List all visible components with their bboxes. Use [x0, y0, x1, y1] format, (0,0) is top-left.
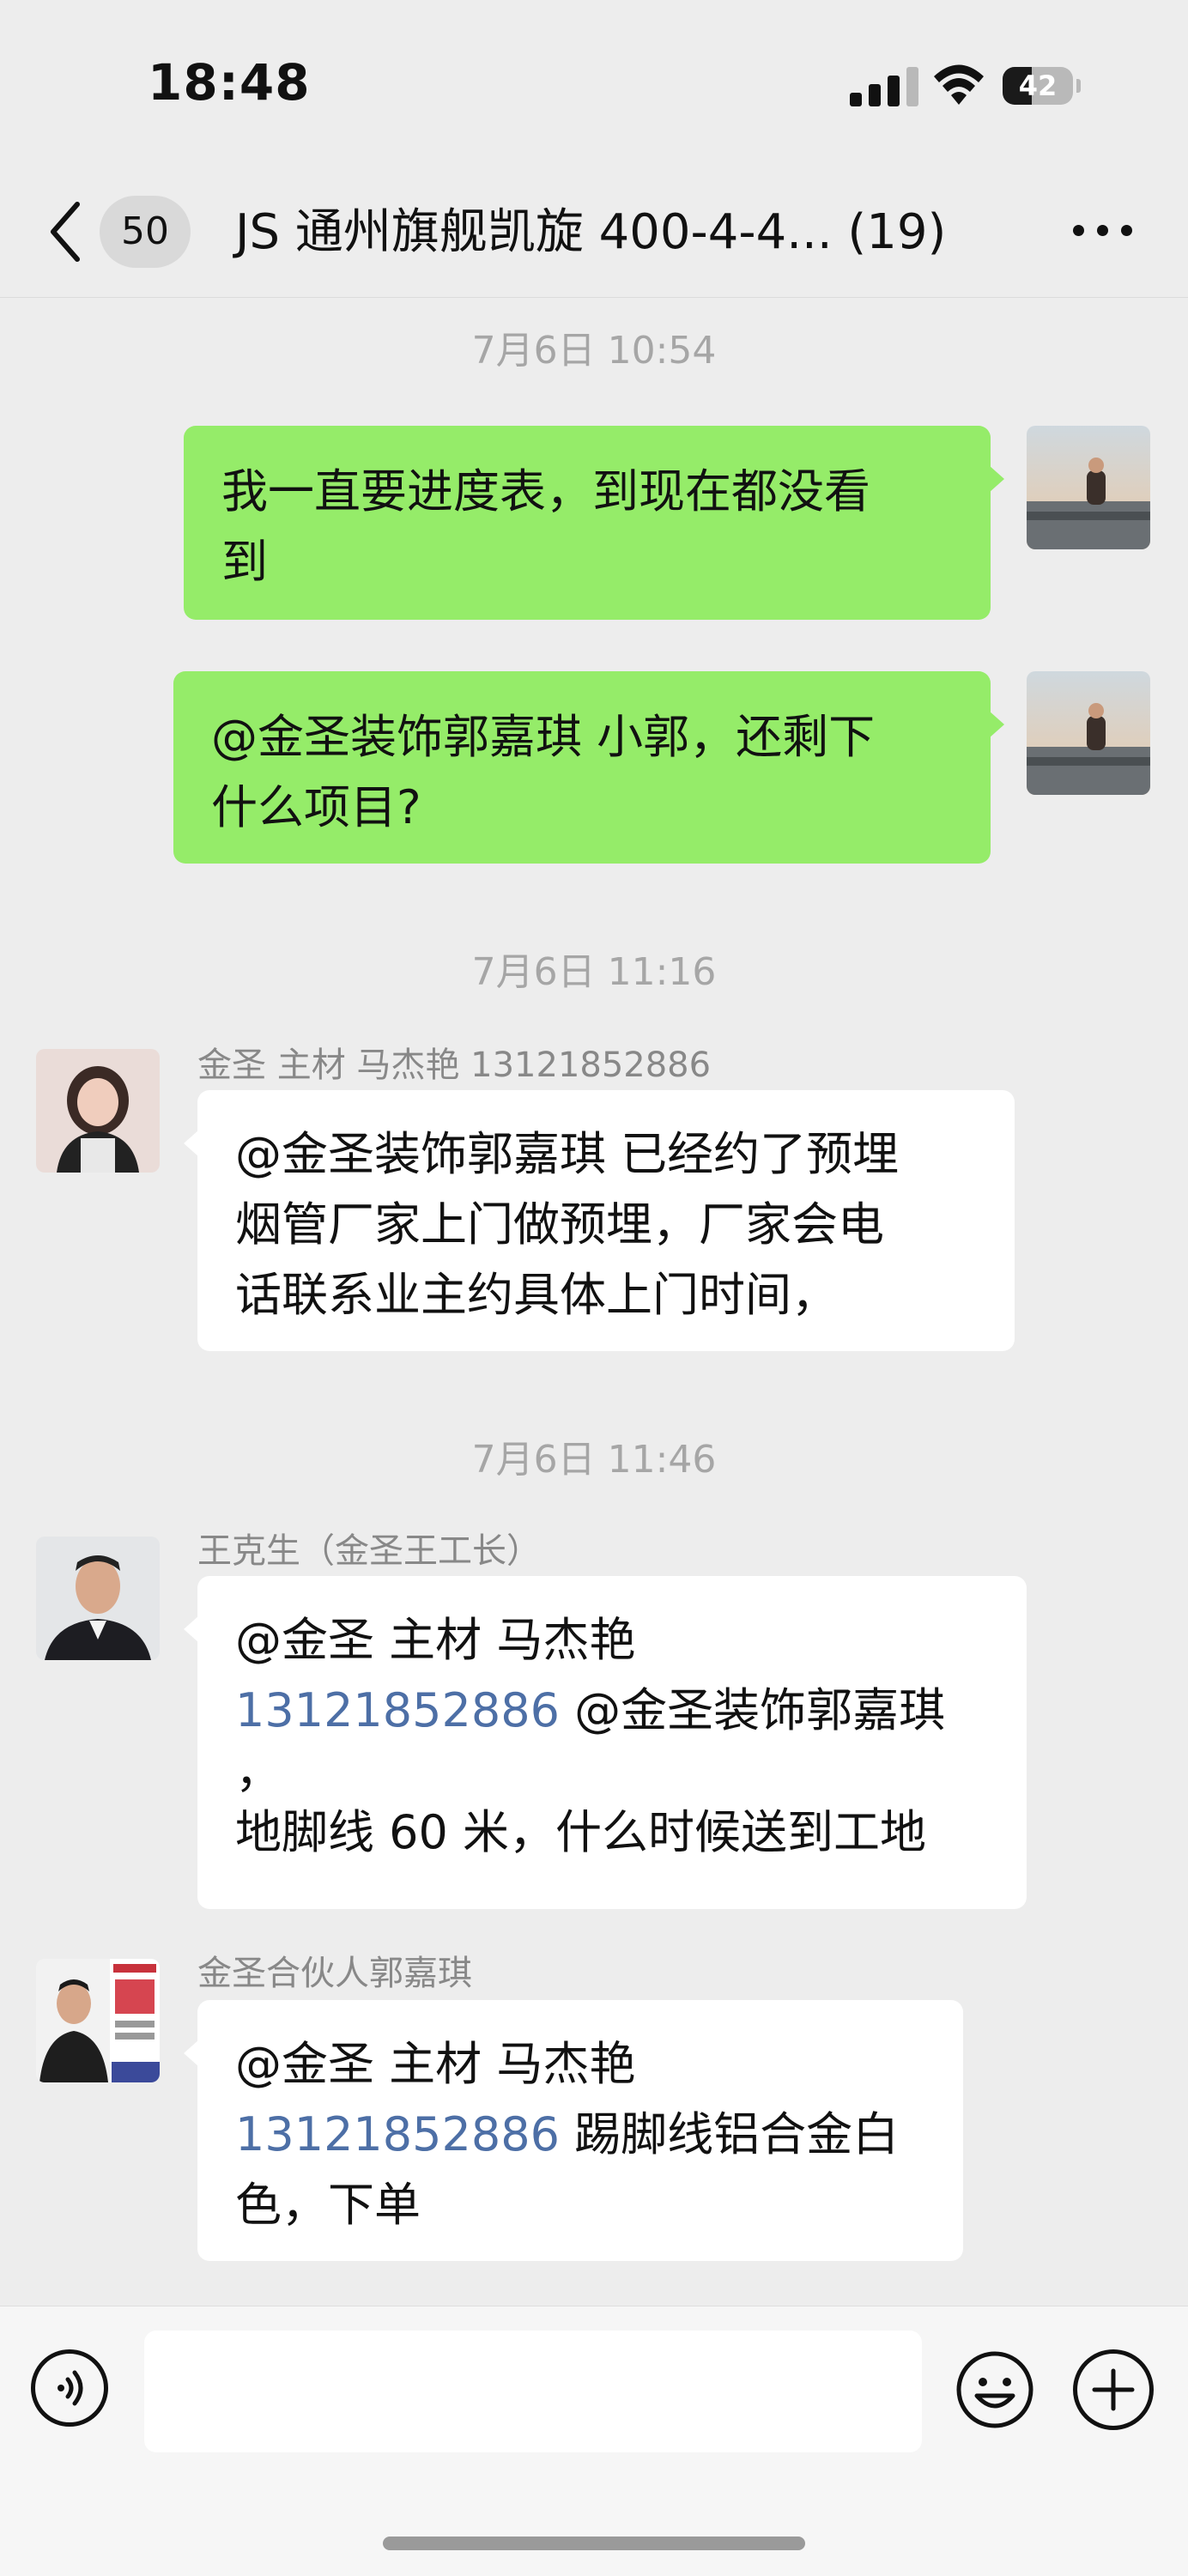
sender-name: 金圣合伙人郭嘉琪 [197, 1954, 472, 1993]
message-line: 13121852886 @金圣装饰郭嘉琪 [235, 1676, 992, 1746]
phone-link[interactable]: 13121852886 [235, 1683, 560, 1737]
chevron-left-icon[interactable] [45, 197, 88, 266]
unread-count-badge[interactable]: 50 [100, 196, 191, 268]
sent-message-bubble[interactable]: @金圣装饰郭嘉琪 小郭，还剩下 什么项目? [173, 671, 1004, 864]
chat-title: JS 通州旗舰凯旋 400-4-4... (19) [235, 204, 947, 260]
message-text: @金圣装饰郭嘉琪 [559, 1683, 946, 1737]
message-line: @金圣装饰郭嘉琪 小郭，还剩下 [211, 710, 876, 764]
my-avatar[interactable] [1027, 671, 1150, 795]
received-message-bubble[interactable]: @金圣 主材 马杰艳 13121852886 @金圣装饰郭嘉琪 ， 地脚线 60… [184, 1576, 1027, 1909]
chat-header: 50 JS 通州旗舰凯旋 400-4-4... (19) [0, 172, 1188, 298]
message-line: 什么项目? [211, 780, 421, 834]
more-icon[interactable] [1071, 213, 1135, 247]
sender-avatar[interactable] [36, 1959, 160, 2082]
sender-avatar[interactable] [36, 1537, 160, 1660]
sender-name: 金圣 主材 马杰艳 13121852886 [197, 1046, 712, 1085]
my-avatar[interactable] [1027, 426, 1150, 549]
received-message-bubble[interactable]: @金圣 主材 马杰艳 13121852886 踢脚线铝合金白 色，下单 [184, 2000, 963, 2261]
message-line: 地脚线 60 米，什么时候送到工地 [235, 1805, 927, 1859]
message-line: @金圣装饰郭嘉琪 已经约了预埋 [235, 1127, 900, 1181]
message-line: @金圣 主材 马杰艳 [235, 1613, 636, 1667]
plus-icon[interactable] [1073, 2349, 1154, 2430]
voice-icon[interactable] [31, 2349, 108, 2427]
message-timestamp: 7月6日 10:54 [471, 329, 717, 373]
message-line: 色，下单 [235, 2178, 421, 2232]
message-input[interactable] [144, 2331, 922, 2452]
message-timestamp: 7月6日 11:46 [471, 1438, 717, 1482]
battery-level: 42 [1018, 70, 1058, 102]
emoji-icon[interactable] [955, 2349, 1035, 2430]
battery-icon: 42 [1003, 67, 1081, 106]
home-indicator [383, 2537, 805, 2550]
sent-message-bubble[interactable]: 我一直要进度表，到现在都没看 到 [184, 426, 1004, 620]
phone-link[interactable]: 13121852886 [235, 2107, 560, 2161]
message-line: 我一直要进度表，到现在都没看 [221, 464, 870, 518]
message-text: 踢脚线铝合金白 [559, 2107, 900, 2161]
message-line: @金圣 主材 马杰艳 [235, 2037, 636, 2091]
message-line: 到 [221, 535, 268, 589]
sender-avatar[interactable] [36, 1049, 160, 1173]
message-line: 话联系业主约具体上门时间， [235, 1268, 838, 1322]
message-line: ， [235, 1744, 282, 1798]
cellular-signal-icon [850, 67, 918, 106]
status-time: 18:48 [148, 53, 311, 112]
message-line: 烟管厂家上门做预埋，厂家会电 [235, 1197, 884, 1252]
wifi-icon [934, 64, 984, 105]
message-line: 13121852886 踢脚线铝合金白 [235, 2100, 929, 2170]
sender-name: 王克生（金圣王工长） [197, 1531, 541, 1571]
status-bar: 18:48 42 [0, 0, 1188, 172]
message-timestamp: 7月6日 11:16 [471, 950, 717, 994]
received-message-bubble[interactable]: @金圣装饰郭嘉琪 已经约了预埋 烟管厂家上门做预埋，厂家会电 话联系业主约具体上… [184, 1090, 1015, 1351]
input-bar [0, 2306, 1188, 2576]
